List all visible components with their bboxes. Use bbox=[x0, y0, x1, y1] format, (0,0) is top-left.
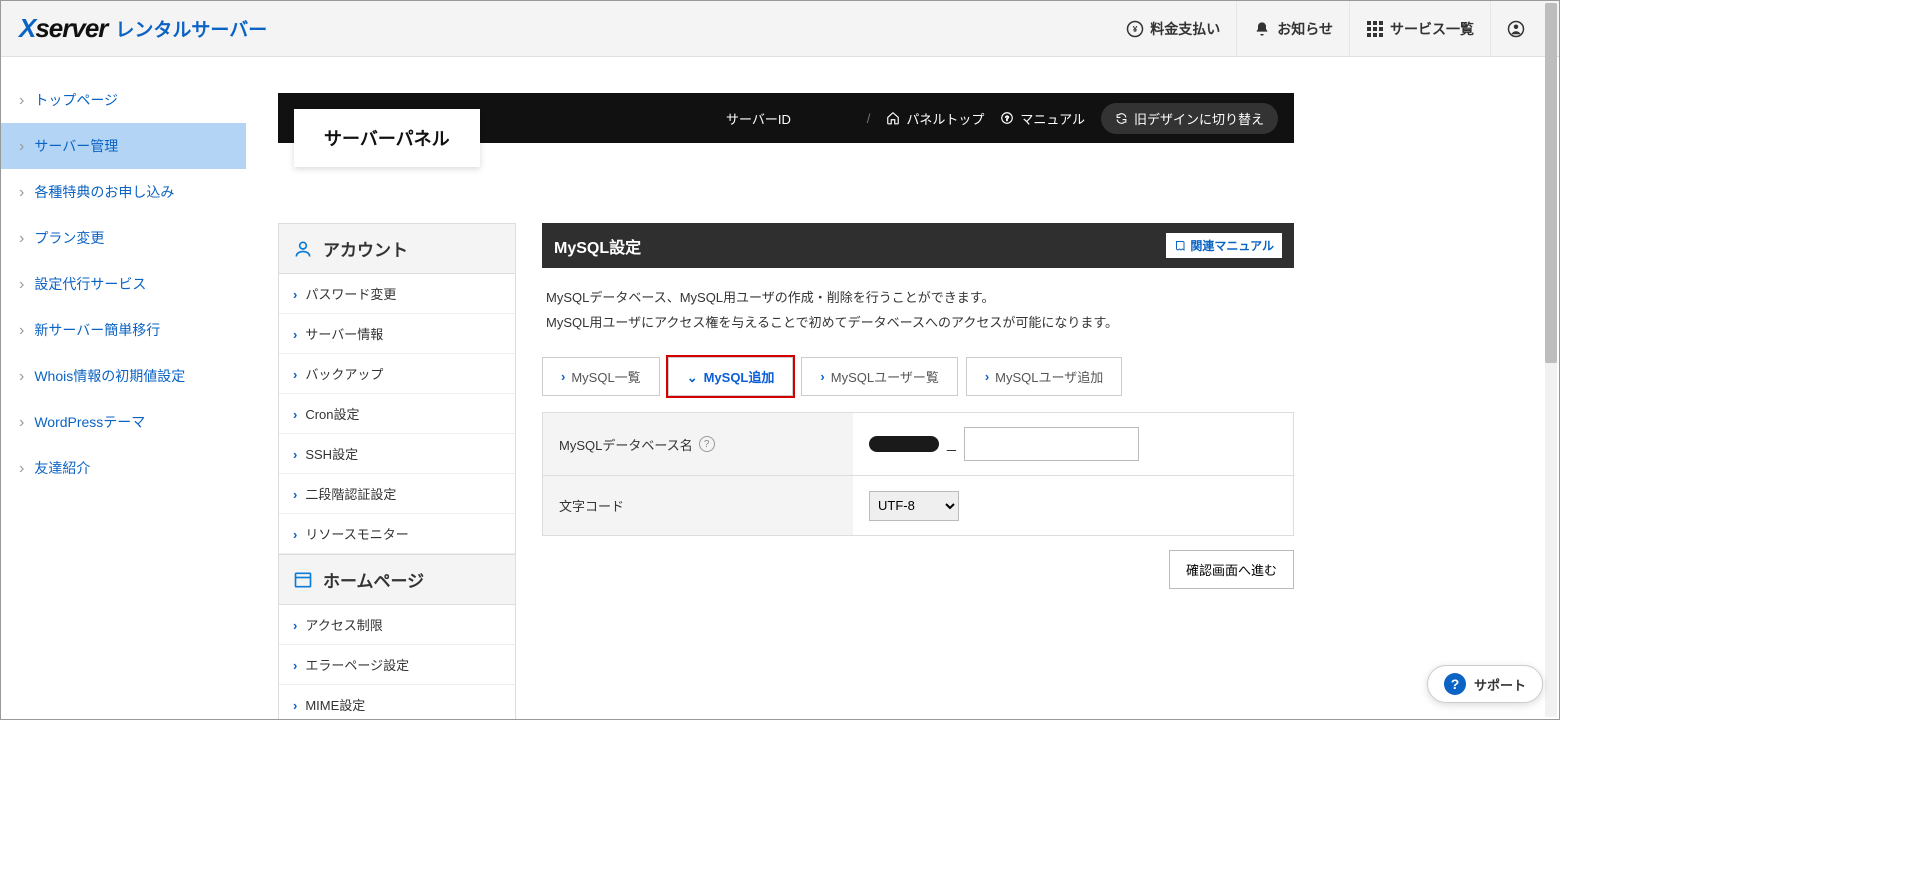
leftnav-benefits[interactable]: 各種特典のお申し込み bbox=[1, 169, 246, 215]
yen-icon: ¥ bbox=[1126, 20, 1144, 38]
proceed-button[interactable]: 確認画面へ進む bbox=[1169, 550, 1294, 589]
divider: / bbox=[867, 111, 871, 126]
sidemenu-2fa[interactable]: 二段階認証設定 bbox=[279, 474, 515, 514]
sidemenu-ssh[interactable]: SSH設定 bbox=[279, 434, 515, 474]
person-icon bbox=[293, 239, 313, 259]
tab-mysql-list[interactable]: › MySQL一覧 bbox=[542, 357, 660, 396]
dbname-prefix-redacted bbox=[869, 436, 939, 452]
panel-header-bar: サーバーパネル サーバーID / パネルトップ ? マニュアル 旧デザインに切り… bbox=[278, 93, 1294, 143]
nav-notice[interactable]: お知らせ bbox=[1236, 1, 1349, 57]
mysql-add-form: MySQLデータベース名 ? _ 文字コード bbox=[542, 412, 1294, 536]
dbname-label-cell: MySQLデータベース名 ? bbox=[543, 413, 853, 475]
leftnav-whois[interactable]: Whois情報の初期値設定 bbox=[1, 353, 246, 399]
logo-subtitle: レンタルサーバー bbox=[115, 15, 267, 42]
leftnav-referral[interactable]: 友達紹介 bbox=[1, 445, 246, 491]
window-icon bbox=[293, 570, 313, 590]
charset-label: 文字コード bbox=[559, 496, 624, 515]
logo-mark: Xserver bbox=[19, 13, 107, 44]
left-nav: トップページ サーバー管理 各種特典のお申し込み プラン変更 設定代行サービス … bbox=[1, 57, 246, 719]
sidemenu-resource-monitor[interactable]: リソースモニター bbox=[279, 514, 515, 554]
panel-top-link[interactable]: パネルトップ bbox=[886, 109, 984, 128]
chevron-right-icon: › bbox=[985, 369, 989, 384]
dbname-input[interactable] bbox=[964, 427, 1139, 461]
bell-icon bbox=[1253, 20, 1271, 38]
panel-title: サーバーパネル bbox=[294, 109, 480, 167]
tab-mysql-user-add[interactable]: › MySQLユーザ追加 bbox=[966, 357, 1122, 396]
page-title: MySQL設定 bbox=[554, 234, 641, 258]
logo[interactable]: Xserver レンタルサーバー bbox=[19, 13, 267, 44]
mysql-tabs: › MySQL一覧 ⌄ MySQL追加 › MySQLユーザー覧 › MySQLユーザ追… bbox=[542, 357, 1294, 396]
sidemenu-homepage-header: ホームページ bbox=[279, 555, 515, 605]
leftnav-plan-change[interactable]: プラン変更 bbox=[1, 215, 246, 261]
nav-user[interactable] bbox=[1490, 1, 1541, 57]
scrollbar-thumb[interactable] bbox=[1545, 3, 1557, 363]
support-float-button[interactable]: ? サポート bbox=[1427, 665, 1543, 703]
user-icon bbox=[1507, 20, 1525, 38]
main-area: サーバーパネル サーバーID / パネルトップ ? マニュアル 旧デザインに切り… bbox=[246, 57, 1559, 719]
leftnav-server-migration[interactable]: 新サーバー簡単移行 bbox=[1, 307, 246, 353]
help-icon: ? bbox=[1000, 111, 1014, 125]
charset-select[interactable]: UTF-8 bbox=[869, 491, 959, 521]
tab-mysql-user-list-label: MySQLユーザー覧 bbox=[831, 367, 939, 386]
chevron-right-icon: › bbox=[820, 369, 824, 384]
home-icon bbox=[886, 111, 900, 125]
dbname-separator: _ bbox=[947, 435, 956, 453]
page-content: MySQL設定 関連マニュアル MySQLデータベース、MySQL用ユーザの作成… bbox=[542, 223, 1294, 720]
tab-mysql-user-add-label: MySQLユーザ追加 bbox=[995, 367, 1103, 386]
leftnav-top[interactable]: トップページ bbox=[1, 77, 246, 123]
leftnav-wordpress-theme[interactable]: WordPressテーマ bbox=[1, 399, 246, 445]
manual-label: マニュアル bbox=[1020, 109, 1085, 128]
tab-mysql-list-label: MySQL一覧 bbox=[571, 367, 640, 386]
book-icon bbox=[1174, 240, 1186, 252]
dbname-label: MySQLデータベース名 bbox=[559, 435, 693, 454]
sidemenu-error-page[interactable]: エラーページ設定 bbox=[279, 645, 515, 685]
chevron-right-icon: › bbox=[561, 369, 565, 384]
leftnav-setup-service[interactable]: 設定代行サービス bbox=[1, 261, 246, 307]
nav-services[interactable]: サービス一覧 bbox=[1349, 1, 1490, 57]
svg-text:?: ? bbox=[1006, 115, 1010, 122]
help-tooltip-icon[interactable]: ? bbox=[699, 436, 715, 452]
sidemenu-account-title: アカウント bbox=[323, 236, 408, 261]
global-header: Xserver レンタルサーバー ¥ 料金支払い お知らせ サービス一覧 bbox=[1, 1, 1559, 57]
leftnav-server-management[interactable]: サーバー管理 bbox=[1, 123, 246, 169]
tab-mysql-add-label: MySQL追加 bbox=[704, 367, 775, 386]
question-icon: ? bbox=[1444, 673, 1466, 695]
nav-services-label: サービス一覧 bbox=[1390, 19, 1474, 39]
nav-payment-label: 料金支払い bbox=[1150, 19, 1220, 39]
manual-link[interactable]: ? マニュアル bbox=[1000, 109, 1085, 128]
server-id-label: サーバーID bbox=[726, 109, 791, 128]
sidemenu-backup[interactable]: バックアップ bbox=[279, 354, 515, 394]
panel-top-label: パネルトップ bbox=[906, 109, 984, 128]
nav-notice-label: お知らせ bbox=[1277, 19, 1333, 39]
sidemenu-account-header: アカウント bbox=[279, 224, 515, 274]
settings-sidemenu: アカウント パスワード変更 サーバー情報 バックアップ Cron設定 SSH設定… bbox=[278, 223, 516, 720]
nav-payment[interactable]: ¥ 料金支払い bbox=[1110, 1, 1236, 57]
sidemenu-password[interactable]: パスワード変更 bbox=[279, 274, 515, 314]
sidemenu-homepage-title: ホームページ bbox=[323, 567, 424, 592]
old-design-toggle[interactable]: 旧デザインに切り替え bbox=[1101, 103, 1278, 134]
chevron-down-icon: ⌄ bbox=[687, 370, 698, 386]
tab-mysql-add[interactable]: ⌄ MySQL追加 bbox=[668, 357, 794, 396]
grid-icon bbox=[1366, 20, 1384, 38]
related-manual-label: 関連マニュアル bbox=[1190, 237, 1274, 254]
sidemenu-server-info[interactable]: サーバー情報 bbox=[279, 314, 515, 354]
sidemenu-access-restriction[interactable]: アクセス制限 bbox=[279, 605, 515, 645]
charset-label-cell: 文字コード bbox=[543, 476, 853, 535]
sidemenu-cron[interactable]: Cron設定 bbox=[279, 394, 515, 434]
page-description: MySQLデータベース、MySQL用ユーザの作成・削除を行うことができます。 M… bbox=[542, 268, 1294, 353]
svg-text:¥: ¥ bbox=[1133, 25, 1138, 34]
support-label: サポート bbox=[1474, 675, 1526, 694]
page-desc-line1: MySQLデータベース、MySQL用ユーザの作成・削除を行うことができます。 bbox=[546, 286, 1290, 311]
page-header: MySQL設定 関連マニュアル bbox=[542, 223, 1294, 268]
sidemenu-mime[interactable]: MIME設定 bbox=[279, 685, 515, 720]
related-manual-button[interactable]: 関連マニュアル bbox=[1166, 233, 1282, 258]
refresh-icon bbox=[1115, 112, 1128, 125]
page-desc-line2: MySQL用ユーザにアクセス権を与えることで初めてデータベースへのアクセスが可能… bbox=[546, 311, 1290, 336]
old-design-label: 旧デザインに切り替え bbox=[1134, 109, 1264, 128]
tab-mysql-user-list[interactable]: › MySQLユーザー覧 bbox=[801, 357, 957, 396]
header-actions: ¥ 料金支払い お知らせ サービス一覧 bbox=[1110, 1, 1541, 57]
